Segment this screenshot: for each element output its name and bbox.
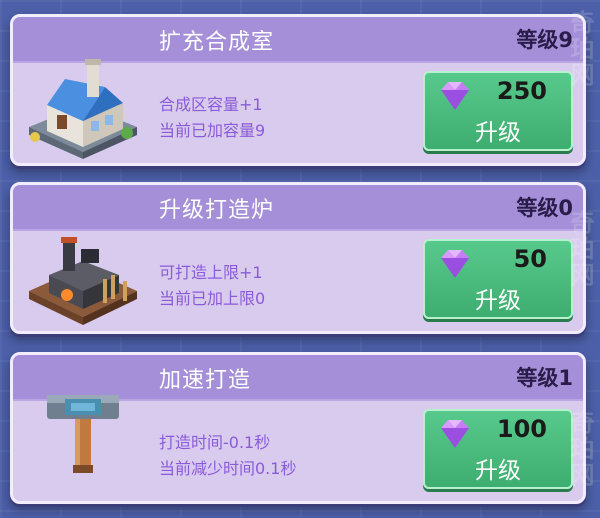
card-title: 升级打造炉 [159, 198, 275, 223]
level-indicator: 等级1 [516, 366, 573, 390]
effect-text: 打造时间-0.1秒 [159, 433, 271, 452]
upgrade-button[interactable]: 250 升级 [423, 71, 573, 151]
upgrade-label: 升级 [475, 120, 521, 146]
watermark: 奇珀网 [566, 10, 594, 88]
effect-text: 合成区容量+1 [159, 95, 263, 114]
hammer-icon [47, 395, 119, 473]
effect-text: 可打造上限+1 [159, 263, 263, 282]
workshop-building-icon [29, 59, 137, 159]
current-bonus-text: 当前已加容量9 [159, 121, 266, 140]
gem-cost: 100 [496, 415, 547, 443]
gem-cost: 50 [513, 245, 547, 273]
upgrade-label: 升级 [475, 288, 521, 314]
gem-cost: 250 [496, 77, 547, 105]
forge-furnace-icon [29, 237, 137, 325]
upgrade-card-forge: 升级打造炉 等级0 可打造上限+1 当前已加上限0 50 升级 [10, 182, 586, 334]
card-title: 加速打造 [159, 368, 252, 393]
current-bonus-text: 当前已加上限0 [159, 289, 266, 308]
upgrade-card-synthesis-room: 扩充合成室 等级9 合成区容量+1 当前已加容量9 250 升级 [10, 14, 586, 166]
current-bonus-text: 当前减少时间0.1秒 [159, 459, 297, 478]
watermark: 奇珀网 [566, 410, 594, 488]
upgrade-button[interactable]: 50 升级 [423, 239, 573, 319]
upgrade-label: 升级 [475, 458, 521, 484]
diamond-gem-icon [441, 250, 469, 278]
watermark: 奇珀网 [566, 210, 594, 288]
diamond-gem-icon [441, 420, 469, 448]
upgrade-button[interactable]: 100 升级 [423, 409, 573, 489]
card-title: 扩充合成室 [159, 30, 275, 55]
upgrade-card-speed-forging: 加速打造 等级1 打造时间-0.1秒 当前减少时间0.1秒 100 升级 [10, 352, 586, 504]
diamond-gem-icon [441, 82, 469, 110]
